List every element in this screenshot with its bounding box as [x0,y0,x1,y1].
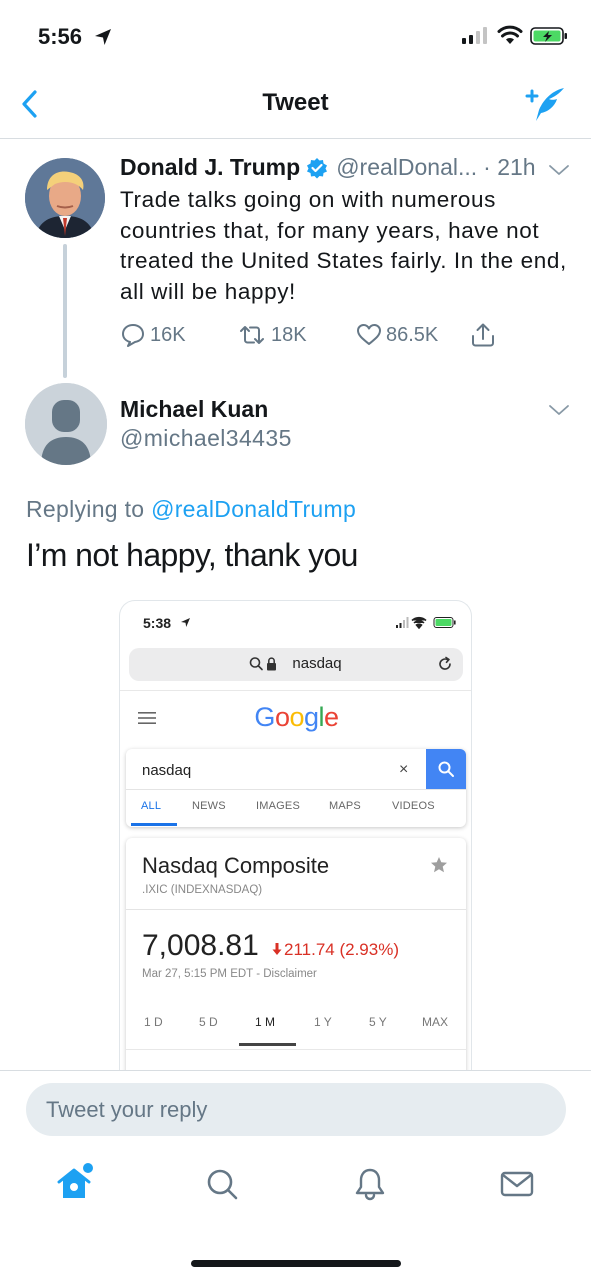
tab-images[interactable]: IMAGES [256,800,300,812]
logo-letter: e [324,702,339,732]
author-handle: @realDonal... [336,154,478,180]
logo-letter: G [254,702,275,732]
chevron-down-icon[interactable] [548,163,570,177]
tweet-text: Trade talks going on with numerous count… [120,187,567,304]
reply-icon [122,324,144,347]
battery-charging-icon [530,27,567,45]
stock-price: 7,008.81 [142,929,259,962]
like-button[interactable]: 86.5K [356,322,438,348]
stock-date: Mar 27, 5:15 PM EDT - Disclaimer [142,968,317,980]
compose-tweet-icon[interactable] [524,84,568,124]
tab-all[interactable]: ALL [141,800,161,812]
star-icon[interactable] [430,856,448,874]
range-1d[interactable]: 1 D [144,1015,163,1029]
signal-icon [462,27,487,44]
author-name[interactable]: Michael Kuan [120,396,268,423]
search-icon[interactable] [204,1166,240,1202]
share-icon [472,323,494,347]
mention-link[interactable]: @realDonaldTrump [151,496,356,522]
search-card: nasdaq × ALL NEWS IMAGES MAPS VIDEOS [126,749,466,827]
wifi-icon [497,25,523,44]
reply-count: 16K [150,323,186,346]
clear-button[interactable]: × [399,761,408,779]
stock-ticker: .IXIC (INDEXNASDAQ) [142,884,263,896]
retweet-count: 18K [271,323,307,346]
reply-button[interactable]: 16K [120,322,186,348]
location-arrow-icon [95,29,111,45]
page-title: Tweet [262,89,329,116]
notifications-icon[interactable] [352,1166,388,1202]
range-5d[interactable]: 5 D [199,1015,218,1029]
stock-name: Nasdaq Composite [142,853,330,878]
messages-icon[interactable] [499,1166,535,1202]
url-bar[interactable]: nasdaq [129,648,463,681]
divider [120,690,471,691]
tweet-header: Donald J. Trump @realDonal... · 21h [120,154,566,181]
logo-letter: o [289,702,304,732]
range-1m[interactable]: 1 M [255,1015,275,1029]
divider [126,909,466,910]
notification-dot [83,1163,93,1173]
url-text: nasdaq [292,655,342,672]
stock-change: 211.74 (2.93%) [272,940,399,960]
logo-letter: o [274,702,290,732]
range-5y[interactable]: 5 Y [369,1015,387,1029]
attached-image[interactable]: 5:38 nasdaq Google nasdaq × ALL NEWS IMA… [119,600,472,1070]
heart-icon [357,324,381,345]
active-range-indicator [239,1043,296,1046]
chevron-down-icon[interactable] [548,403,570,417]
tab-maps[interactable]: MAPS [329,800,361,812]
logo-letter: g [304,702,319,732]
divider [126,789,466,790]
retweet-button[interactable]: 18K [237,322,307,348]
tab-news[interactable]: NEWS [192,800,226,812]
reload-icon[interactable] [437,656,453,672]
google-logo: Google [120,702,471,733]
search-input[interactable]: nasdaq [142,762,191,779]
like-count: 86.5K [386,323,439,346]
nav-divider [0,138,591,139]
avatar[interactable] [25,158,105,238]
verified-badge-icon [307,157,328,178]
avatar[interactable] [25,383,107,465]
range-1y[interactable]: 1 Y [314,1015,332,1029]
author-handle: @michael34435 [120,425,292,451]
divider [126,1049,466,1050]
search-button[interactable] [426,749,466,789]
reply-placeholder: Tweet your reply [46,1097,208,1122]
thread-line [63,244,67,378]
replying-to: Replying to @realDonaldTrump [26,496,356,523]
search-icon [438,761,454,777]
reply-text: I’m not happy, thank you [26,537,358,573]
reply-input[interactable]: Tweet your reply [26,1083,566,1136]
tweet-time: · 21h [483,154,536,180]
reply-divider [0,1070,591,1071]
author-name[interactable]: Donald J. Trump [120,154,300,181]
tab-videos[interactable]: VIDEOS [392,800,435,812]
media-status-icons [396,616,456,629]
home-indicator [191,1260,401,1267]
share-button[interactable] [470,322,500,348]
profile-photo [25,158,105,238]
replying-prefix: Replying to [26,496,145,522]
status-time: 5:56 [38,24,83,49]
stock-card: Nasdaq Composite .IXIC (INDEXNASDAQ) 7,0… [126,838,466,1070]
stock-change-value: 211.74 (2.93%) [284,940,399,959]
active-tab-indicator [131,823,177,826]
media-status-time: 5:38 [143,615,172,631]
location-arrow-icon [181,618,190,627]
default-avatar-icon [25,383,107,465]
retweet-icon [240,326,264,344]
down-arrow-icon [272,943,282,955]
range-max[interactable]: MAX [422,1015,448,1029]
